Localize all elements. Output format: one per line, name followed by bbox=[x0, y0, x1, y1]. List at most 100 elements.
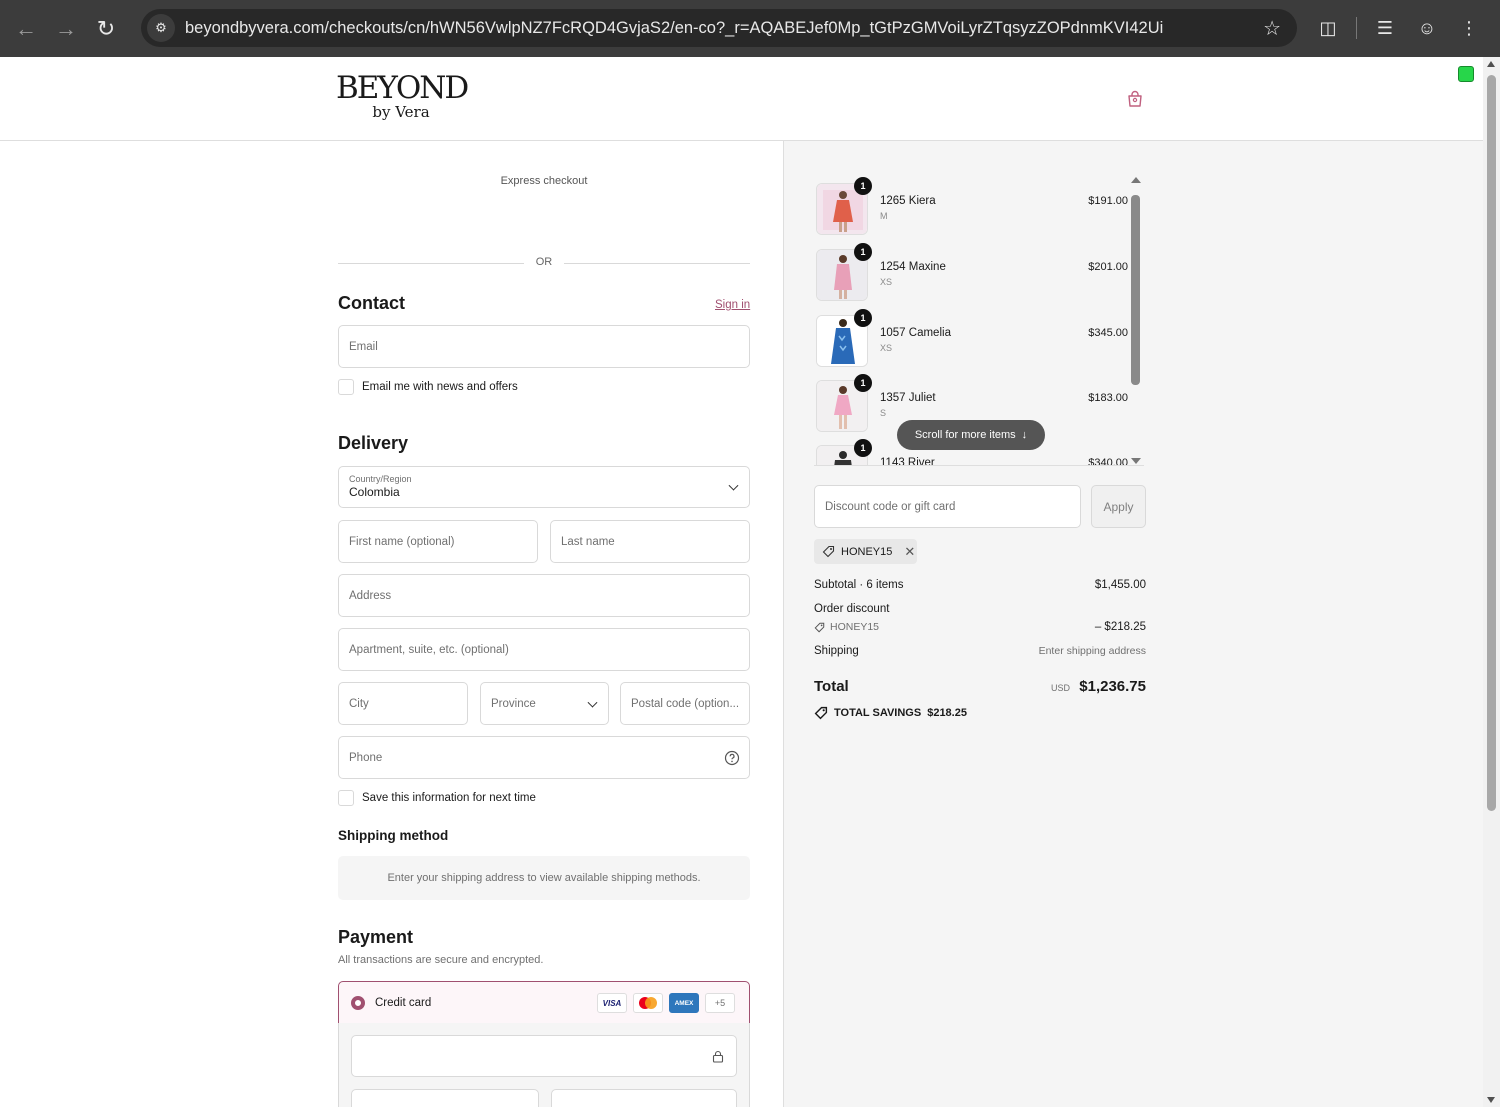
cart-item: 1 1057 Camelia XS $345.00 bbox=[814, 309, 1134, 371]
postal-code-field[interactable]: Postal code (option... bbox=[620, 682, 750, 725]
item-price: $340.00 bbox=[1088, 457, 1128, 466]
extensions-icon[interactable]: ◫ bbox=[1310, 8, 1346, 48]
quantity-badge: 1 bbox=[854, 439, 872, 457]
chevron-down-icon bbox=[587, 697, 598, 708]
cart-item: 1 1265 Kiera M $191.00 bbox=[814, 177, 1134, 239]
item-variant: XS bbox=[880, 343, 893, 353]
brand-logo[interactable]: BEYOND by Vera bbox=[336, 72, 469, 121]
visa-icon: VISA bbox=[597, 993, 627, 1013]
more-cards-badge: +5 bbox=[705, 993, 735, 1013]
profile-icon[interactable]: ☺ bbox=[1409, 8, 1445, 48]
site-info-icon[interactable]: ⚙ bbox=[147, 14, 175, 42]
city-field[interactable]: City bbox=[338, 682, 468, 725]
item-name: 1057 Camelia bbox=[880, 327, 951, 339]
item-variant: M bbox=[880, 211, 888, 221]
apply-discount-button[interactable]: Apply bbox=[1091, 485, 1146, 528]
items-scroll-thumb[interactable] bbox=[1131, 195, 1140, 385]
logo-sub-text: by Vera bbox=[372, 103, 430, 121]
credit-card-radio[interactable] bbox=[351, 995, 365, 1010]
credit-card-label: Credit card bbox=[375, 996, 432, 1009]
last-name-field[interactable]: Last name bbox=[550, 520, 750, 563]
subtotal-row: Subtotal · 6 items $1,455.00 bbox=[814, 579, 1146, 591]
checkout-form-column: Express checkout OR Contact Sign in Emai… bbox=[0, 141, 783, 1107]
item-name: 1357 Juliet bbox=[880, 392, 936, 404]
subtotal-label: Subtotal · 6 items bbox=[814, 579, 904, 591]
applied-code-chip: HONEY15 ✕ bbox=[814, 539, 917, 564]
address-field[interactable]: Address bbox=[338, 574, 750, 617]
site-header: BEYOND by Vera bbox=[0, 57, 1483, 141]
discount-value: – $218.25 bbox=[1094, 621, 1146, 633]
order-discount-row: Order discount bbox=[814, 603, 1146, 615]
tag-icon bbox=[822, 545, 835, 558]
save-info-row[interactable]: Save this information for next time bbox=[338, 790, 536, 806]
item-price: $201.00 bbox=[1088, 261, 1128, 273]
savings-label: TOTAL SAVINGS bbox=[834, 707, 922, 719]
savings-tag-icon bbox=[814, 706, 828, 720]
news-offers-label: Email me with news and offers bbox=[362, 381, 518, 393]
address-bar[interactable]: ⚙ beyondbyvera.com/checkouts/cn/hWN56Vwl… bbox=[141, 9, 1297, 47]
expiry-field[interactable] bbox=[351, 1089, 539, 1107]
delivery-heading: Delivery bbox=[338, 433, 409, 453]
amex-icon: AMEX bbox=[669, 993, 699, 1013]
security-code-field[interactable] bbox=[551, 1089, 737, 1107]
payment-heading: Payment bbox=[338, 927, 414, 947]
item-name: 1143 River bbox=[880, 457, 935, 466]
reload-icon[interactable]: ↻ bbox=[86, 9, 126, 49]
url-text[interactable]: beyondbyvera.com/checkouts/cn/hWN56VwlpN… bbox=[185, 19, 1245, 38]
savings-value: $218.25 bbox=[927, 707, 967, 719]
discount-code-text: HONEY15 bbox=[830, 621, 880, 633]
discount-code-field[interactable]: Discount code or gift card bbox=[814, 485, 1081, 528]
news-offers-row[interactable]: Email me with news and offers bbox=[338, 379, 518, 395]
email-field[interactable]: Email bbox=[338, 325, 750, 368]
mastercard-icon bbox=[633, 993, 663, 1013]
total-savings: TOTAL SAVINGS $218.25 bbox=[814, 706, 967, 720]
reading-list-icon[interactable]: ☰ bbox=[1367, 8, 1403, 48]
items-scrollbar[interactable] bbox=[1131, 177, 1141, 464]
back-icon[interactable]: ← bbox=[6, 9, 46, 49]
total-label: Total bbox=[814, 678, 849, 695]
phone-placeholder: Phone bbox=[349, 751, 383, 764]
first-name-field[interactable]: First name (optional) bbox=[338, 520, 538, 563]
payment-subtitle: All transactions are secure and encrypte… bbox=[338, 954, 544, 966]
phone-field[interactable]: Phone bbox=[338, 736, 750, 779]
quantity-badge: 1 bbox=[854, 374, 872, 392]
contact-heading: Contact bbox=[338, 293, 405, 313]
remove-code-icon[interactable]: ✕ bbox=[904, 544, 915, 560]
card-number-field[interactable] bbox=[351, 1035, 737, 1077]
or-text: OR bbox=[535, 256, 553, 268]
apartment-field[interactable]: Apartment, suite, etc. (optional) bbox=[338, 628, 750, 671]
shipping-method-notice: Enter your shipping address to view avai… bbox=[338, 856, 750, 900]
scroll-down-icon[interactable] bbox=[1131, 458, 1141, 464]
quantity-badge: 1 bbox=[854, 243, 872, 261]
menu-icon[interactable]: ⋮ bbox=[1451, 8, 1487, 48]
extension-indicator bbox=[1458, 66, 1474, 82]
credit-card-option[interactable]: Credit card VISA AMEX +5 bbox=[338, 981, 750, 1024]
help-icon[interactable] bbox=[724, 750, 740, 766]
country-select[interactable]: Country/Region Colombia bbox=[338, 466, 750, 508]
currency-code: USD bbox=[1051, 683, 1071, 693]
page-scrollbar[interactable] bbox=[1483, 57, 1500, 1107]
order-discount-label: Order discount bbox=[814, 603, 890, 615]
save-info-checkbox[interactable] bbox=[338, 790, 354, 806]
lock-icon bbox=[712, 1050, 724, 1063]
browser-toolbar: ← → ↻ ⚙ beyondbyvera.com/checkouts/cn/hW… bbox=[0, 0, 1500, 57]
total-row: Total USD $1,236.75 bbox=[814, 678, 1146, 695]
forward-icon[interactable]: → bbox=[46, 9, 86, 49]
scroll-more-button[interactable]: Scroll for more items ↓ bbox=[897, 420, 1045, 450]
card-details-panel bbox=[338, 1023, 750, 1107]
bookmark-star-icon[interactable]: ☆ bbox=[1263, 16, 1281, 41]
shopping-bag-icon[interactable] bbox=[1126, 90, 1144, 108]
scroll-up-arrow[interactable] bbox=[1487, 61, 1495, 67]
applied-code-text: HONEY15 bbox=[841, 545, 893, 558]
news-offers-checkbox[interactable] bbox=[338, 379, 354, 395]
page-scroll-thumb[interactable] bbox=[1487, 75, 1496, 811]
save-info-label: Save this information for next time bbox=[362, 792, 536, 804]
item-variant: S bbox=[880, 408, 887, 418]
express-checkout-label: Express checkout bbox=[500, 175, 588, 187]
shipping-method-heading: Shipping method bbox=[338, 828, 449, 843]
scroll-down-arrow[interactable] bbox=[1487, 1097, 1495, 1103]
item-variant: XS bbox=[880, 277, 893, 287]
province-select[interactable]: Province bbox=[480, 682, 609, 725]
sign-in-link[interactable]: Sign in bbox=[715, 299, 750, 311]
scroll-up-icon[interactable] bbox=[1131, 177, 1141, 183]
